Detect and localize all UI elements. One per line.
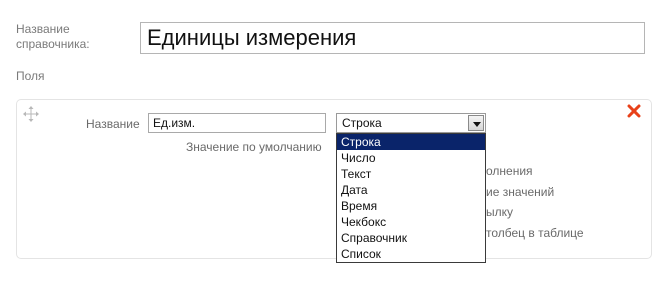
directory-name-label: Название справочника: xyxy=(16,22,90,51)
default-value-label: Значение по умолчанию xyxy=(186,140,322,154)
type-option-string[interactable]: Строка xyxy=(337,134,485,150)
type-option-directory[interactable]: Справочник xyxy=(337,230,485,246)
option-text-values: ие значений xyxy=(486,185,555,199)
directory-name-input[interactable] xyxy=(140,22,645,54)
type-option-text[interactable]: Текст xyxy=(337,166,485,182)
type-option-time[interactable]: Время xyxy=(337,198,485,214)
type-option-number[interactable]: Число xyxy=(337,150,485,166)
type-option-checkbox[interactable]: Чекбокс xyxy=(337,214,485,230)
option-text-column: толбец в таблице xyxy=(486,226,584,240)
type-option-list[interactable]: Список xyxy=(337,246,485,262)
field-type-select[interactable]: Строка xyxy=(336,113,486,133)
field-name-label: Название xyxy=(86,117,140,131)
type-option-date[interactable]: Дата xyxy=(337,182,485,198)
close-icon[interactable] xyxy=(626,103,642,119)
field-type-value: Строка xyxy=(342,116,382,130)
field-type-dropdown: Строка Число Текст Дата Время Чекбокс Сп… xyxy=(336,133,486,263)
chevron-down-icon[interactable] xyxy=(468,115,484,131)
option-text-link: ылку xyxy=(486,205,514,219)
move-icon[interactable] xyxy=(23,106,39,122)
field-name-input[interactable] xyxy=(148,113,326,133)
fields-section-label: Поля xyxy=(16,69,45,83)
option-text-required: олнения xyxy=(486,164,533,178)
